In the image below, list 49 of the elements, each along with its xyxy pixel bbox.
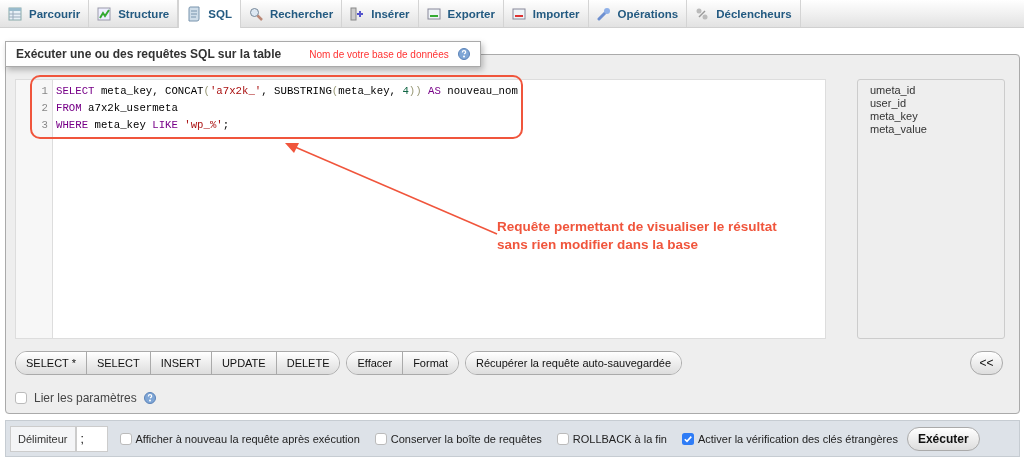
code-line: FROM a7x2k_usermeta [55, 101, 178, 114]
checkbox-label[interactable]: ROLLBACK à la fin [572, 432, 667, 445]
insert-column-button[interactable]: << [970, 351, 1003, 375]
line-number: 2 [40, 101, 49, 114]
annotation-text: Requête permettant de visualiser le résultat sans rien modifier dans la base [497, 218, 777, 254]
checkbox-label[interactable]: Activer la vérification des clés étrangères [697, 432, 898, 445]
checkbox[interactable] [556, 432, 569, 445]
delimiter-label: Délimiteur [10, 425, 76, 452]
query-button[interactable]: Format [402, 352, 458, 374]
column-name[interactable]: meta_key [870, 110, 1004, 123]
checkbox-label[interactable]: Afficher à nouveau la requête après exécution [135, 432, 360, 445]
column-list[interactable]: umeta_id user_id meta_key meta_value [857, 79, 1005, 339]
insert-rows-icon [350, 6, 365, 21]
checkbox[interactable] [119, 432, 132, 445]
wrench-icon [596, 6, 611, 21]
section-title: Exécuter une ou des requêtes SQL sur la table [16, 47, 282, 61]
column-name[interactable]: meta_value [870, 123, 1004, 136]
checkbox-label[interactable]: Conserver la boîte de requêtes [390, 432, 542, 445]
table-icon [8, 6, 22, 21]
checkbox-label[interactable]: Lier les paramètres [34, 391, 137, 405]
query-button[interactable]: DELETE [275, 352, 340, 374]
export-icon [426, 6, 441, 21]
chart-icon [97, 6, 112, 21]
column-name[interactable]: user_id [870, 97, 1004, 110]
tab[interactable]: Rechercher [240, 0, 343, 27]
magnifier-icon [248, 6, 263, 21]
document-icon [187, 6, 202, 22]
query-button[interactable]: Récupérer la requête auto-sauvegardée [466, 352, 682, 374]
checkbox[interactable] [374, 432, 387, 445]
column-name[interactable]: umeta_id [870, 84, 1004, 97]
help-icon[interactable] [143, 392, 156, 404]
delimiter-field[interactable]: ; [75, 425, 108, 452]
code-line: WHERE meta_key LIKE 'wp_%'; [55, 118, 230, 131]
tab[interactable]: SQL [178, 0, 241, 28]
line-number: 3 [40, 118, 49, 131]
tab[interactable]: Insérer [342, 0, 419, 27]
code-line: SELECT meta_key, CONCAT('a7x2k_', SUBSTRING(meta_key, 4)) AS nouveau_nom [55, 84, 518, 97]
tab[interactable]: Parcourir [0, 0, 90, 27]
tab[interactable]: Déclencheurs [687, 0, 801, 27]
line-number: 1 [40, 84, 49, 97]
help-icon[interactable] [458, 48, 470, 60]
tab[interactable]: Opérations [588, 0, 688, 27]
tab[interactable]: Exporter [418, 0, 504, 27]
tab[interactable]: Importer [503, 0, 589, 27]
database-note: Nom de votre base de données [309, 48, 449, 60]
checkbox[interactable] [15, 392, 27, 404]
execute-button[interactable]: Exécuter [906, 426, 980, 451]
import-icon [511, 6, 526, 21]
checkbox[interactable] [681, 432, 694, 445]
